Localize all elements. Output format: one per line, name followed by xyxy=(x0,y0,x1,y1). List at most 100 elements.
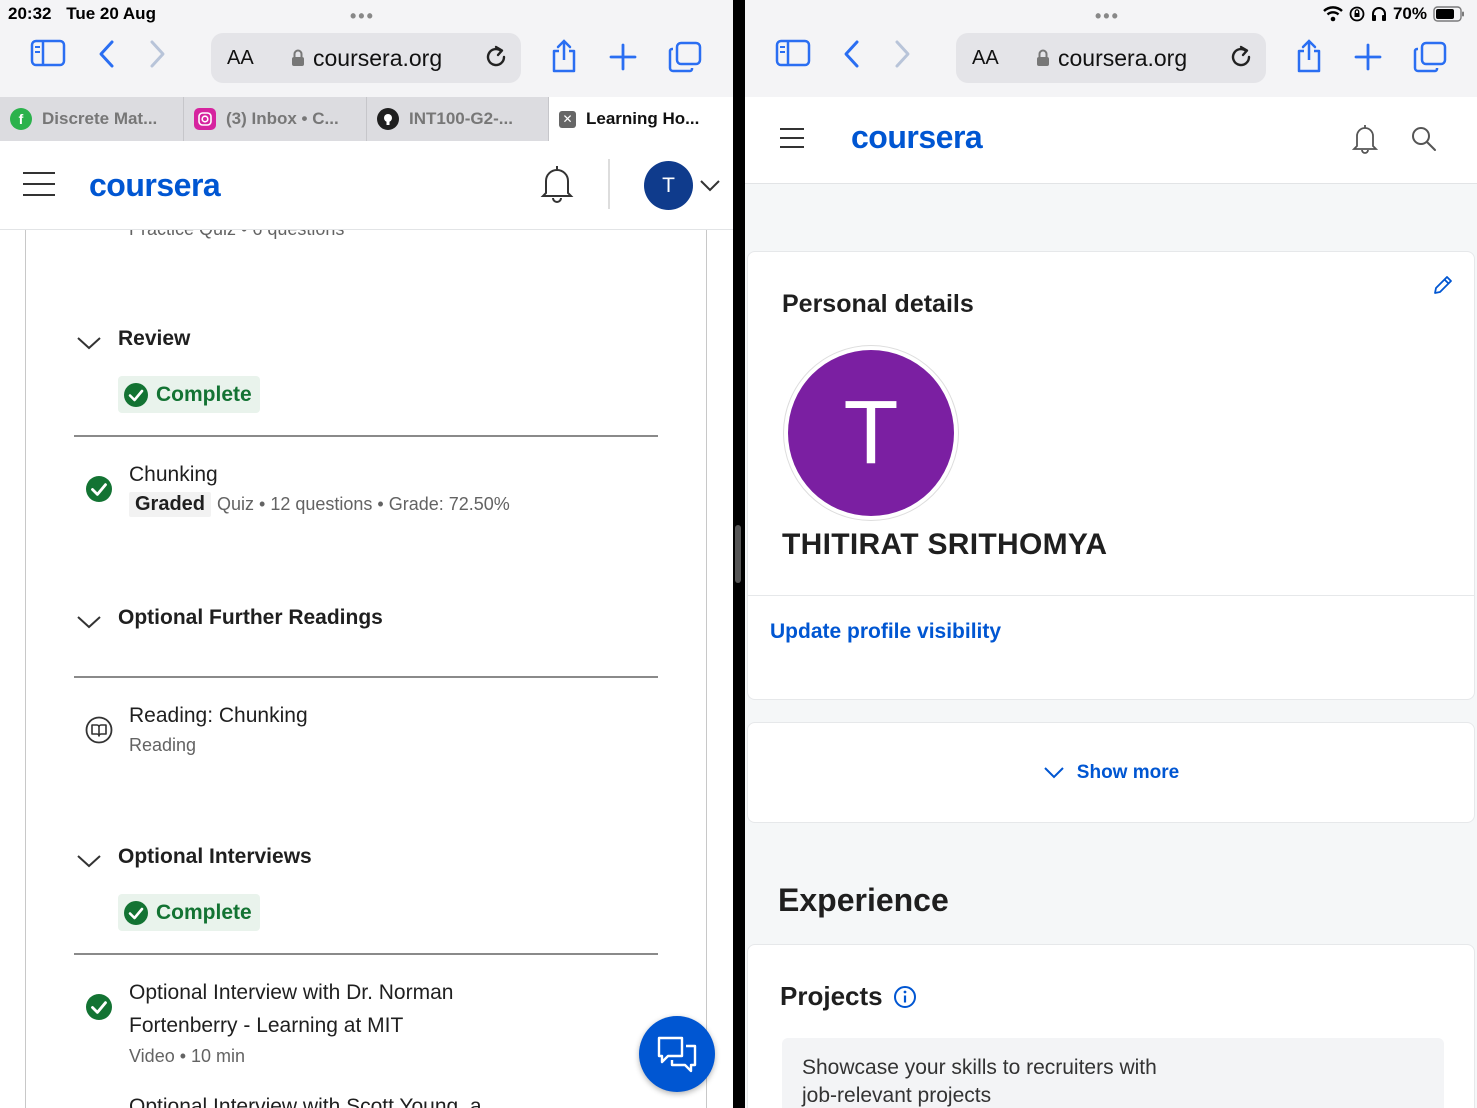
chevron-down-icon[interactable] xyxy=(76,335,102,351)
url-field[interactable]: coursera.org xyxy=(291,45,442,72)
reload-icon[interactable] xyxy=(1228,44,1254,70)
header-divider xyxy=(608,159,610,209)
share-icon[interactable] xyxy=(549,38,579,74)
tab-instagram-inbox[interactable]: (3) Inbox • C... xyxy=(184,97,367,141)
tab-label: (3) Inbox • C... xyxy=(226,109,339,128)
projects-showcase-banner: Showcase your skills to recruiters with … xyxy=(782,1038,1444,1108)
chevron-down-icon[interactable] xyxy=(76,614,102,630)
projects-card: Projects Showcase your skills to recruit… xyxy=(747,944,1475,1108)
section-title-review[interactable]: Review xyxy=(118,327,190,351)
completed-check-icon xyxy=(86,994,112,1020)
reload-icon[interactable] xyxy=(483,44,509,70)
tab-discrete-math[interactable]: f Discrete Mat... xyxy=(0,97,184,141)
check-circle-icon xyxy=(124,900,148,925)
new-tab-icon[interactable] xyxy=(1354,43,1382,71)
menu-icon[interactable] xyxy=(780,128,804,148)
badge-label: Complete xyxy=(156,900,252,924)
complete-badge: Complete xyxy=(118,894,260,931)
show-more-label: Show more xyxy=(1076,761,1180,783)
badge-label: Complete xyxy=(156,382,252,406)
address-bar[interactable]: AA coursera.org xyxy=(211,33,521,83)
right-safari-window: ••• 70% AA coursera.org coursera Persona… xyxy=(745,0,1477,1108)
forward-icon[interactable] xyxy=(893,38,913,70)
complete-badge: Complete xyxy=(118,376,260,413)
split-view-handle[interactable] xyxy=(735,525,741,583)
user-avatar[interactable]: T xyxy=(644,161,693,210)
coursera-header: coursera xyxy=(745,97,1477,184)
chevron-down-icon[interactable] xyxy=(699,179,721,193)
card-divider xyxy=(748,595,1474,596)
right-toolbar: ••• 70% AA coursera.org xyxy=(745,0,1477,97)
text-size-button[interactable]: AA xyxy=(972,47,999,70)
battery-percent: 70% xyxy=(1392,4,1427,23)
chevron-down-icon xyxy=(1044,766,1064,778)
lock-icon xyxy=(1037,49,1049,66)
back-icon[interactable] xyxy=(841,38,861,70)
update-profile-visibility-link[interactable]: Update profile visibility xyxy=(770,620,1001,644)
url-text: coursera.org xyxy=(313,44,443,71)
show-more-button[interactable]: Show more xyxy=(748,723,1474,822)
profile-name: THITIRAT SRITHOMYA xyxy=(782,528,1108,561)
tab-learning-how-to-learn[interactable]: ✕ Learning Ho... xyxy=(549,97,733,141)
section-divider xyxy=(74,676,658,678)
item-title-interview-fortenberry[interactable]: Optional Interview with Dr. Norman Forte… xyxy=(129,976,453,1042)
close-tab-icon[interactable]: ✕ xyxy=(559,110,576,128)
coursera-logo[interactable]: coursera xyxy=(851,119,983,156)
section-title-further-readings[interactable]: Optional Further Readings xyxy=(118,606,383,630)
reading-book-icon xyxy=(85,716,113,744)
multitasking-dots-icon[interactable]: ••• xyxy=(350,6,375,27)
lock-icon xyxy=(292,49,304,66)
chevron-down-icon[interactable] xyxy=(76,853,102,869)
github-icon xyxy=(377,108,399,130)
completed-check-icon xyxy=(86,476,112,502)
menu-icon[interactable] xyxy=(23,172,55,196)
tab-label: INT100-G2-... xyxy=(409,109,513,128)
graded-tag: Graded xyxy=(129,492,212,517)
text-size-button[interactable]: AA xyxy=(227,47,254,70)
wifi-icon xyxy=(1323,6,1343,22)
notification-bell-icon[interactable] xyxy=(539,165,575,203)
url-field[interactable]: coursera.org xyxy=(1036,45,1187,72)
forward-icon[interactable] xyxy=(148,38,168,70)
tab-github[interactable]: INT100-G2-... xyxy=(367,97,549,141)
back-icon[interactable] xyxy=(96,38,116,70)
status-time: 20:32 xyxy=(8,4,52,23)
coursera-logo[interactable]: coursera xyxy=(89,167,221,204)
item-title-interview-young[interactable]: Optional Interview with Scott Young, a xyxy=(129,1090,482,1108)
status-right: 70% xyxy=(1323,4,1465,24)
search-icon[interactable] xyxy=(1411,126,1437,152)
projects-title: Projects xyxy=(780,981,883,1011)
status-left: 20:32 Tue 20 Aug xyxy=(8,4,166,24)
notification-bell-icon[interactable] xyxy=(1352,124,1378,154)
projects-heading: Projects xyxy=(780,981,917,1012)
info-icon[interactable] xyxy=(893,985,917,1009)
sidebar-icon[interactable] xyxy=(30,38,66,68)
headphones-icon xyxy=(1371,7,1386,21)
left-toolbar: 20:32 Tue 20 Aug ••• AA coursera.org xyxy=(0,0,733,97)
item-title-line: Optional Interview with Dr. Norman xyxy=(129,981,454,1004)
multitasking-dots-icon[interactable]: ••• xyxy=(1095,6,1120,27)
item-title-reading-chunking[interactable]: Reading: Chunking xyxy=(129,699,308,732)
new-tab-icon[interactable] xyxy=(609,43,637,71)
url-text: coursera.org xyxy=(1058,44,1188,71)
showcase-line: Showcase your skills to recruiters with xyxy=(802,1056,1157,1079)
item-meta-chunking: Graded Quiz • 12 questions • Grade: 72.5… xyxy=(129,492,510,517)
address-bar[interactable]: AA coursera.org xyxy=(956,33,1266,83)
personal-details-card: Personal details T THITIRAT SRITHOMYA Up… xyxy=(747,251,1475,700)
chat-button[interactable] xyxy=(639,1016,715,1092)
share-icon[interactable] xyxy=(1294,38,1324,74)
instagram-icon xyxy=(194,108,216,130)
sidebar-icon[interactable] xyxy=(775,38,811,68)
tab-overview-icon[interactable] xyxy=(668,41,702,73)
show-more-card: Show more xyxy=(747,722,1475,823)
tab-overview-icon[interactable] xyxy=(1413,41,1447,73)
section-divider xyxy=(74,435,658,437)
section-title-optional-interviews[interactable]: Optional Interviews xyxy=(118,845,312,869)
item-title-chunking[interactable]: Chunking xyxy=(129,458,218,491)
check-circle-icon xyxy=(124,382,148,407)
edit-pencil-icon[interactable] xyxy=(1432,274,1454,296)
experience-heading: Experience xyxy=(778,882,949,918)
item-meta-text: Quiz • 12 questions • Grade: 72.50% xyxy=(217,494,510,514)
status-date: Tue 20 Aug xyxy=(66,4,156,23)
tab-label: Discrete Mat... xyxy=(42,109,158,128)
